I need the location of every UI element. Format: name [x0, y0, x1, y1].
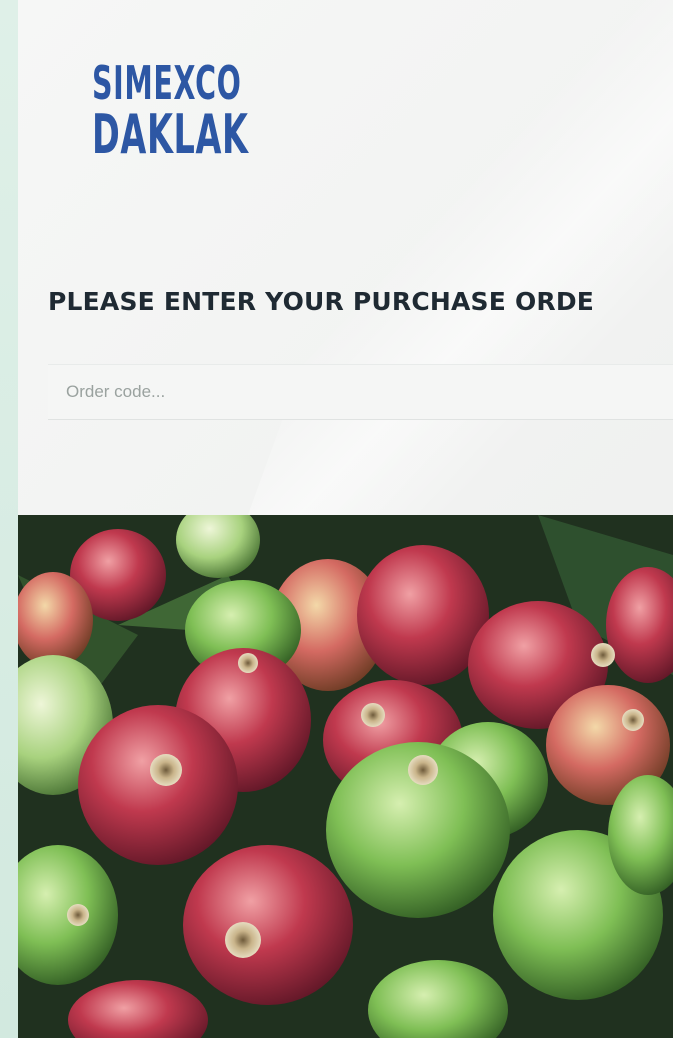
order-prompt-heading: PLEASE ENTER YOUR PURCHASE ORDE — [48, 287, 595, 316]
simexco-logo: SIMEXCO DAKLAK — [86, 55, 326, 167]
main-panel: SIMEXCO DAKLAK PLEASE ENTER YOUR PURCHAS… — [18, 0, 673, 1038]
coffee-cherries-image — [18, 515, 673, 1038]
logo-wordmark: SIMEXCO DAKLAK — [92, 60, 345, 162]
logo-text-simexco: SIMEXCO — [92, 56, 242, 110]
coffee-cherries-illustration — [18, 515, 673, 1038]
logo-text-daklak: DAKLAK — [92, 103, 249, 166]
page-margin — [0, 0, 18, 1038]
order-code-input[interactable] — [48, 364, 673, 420]
